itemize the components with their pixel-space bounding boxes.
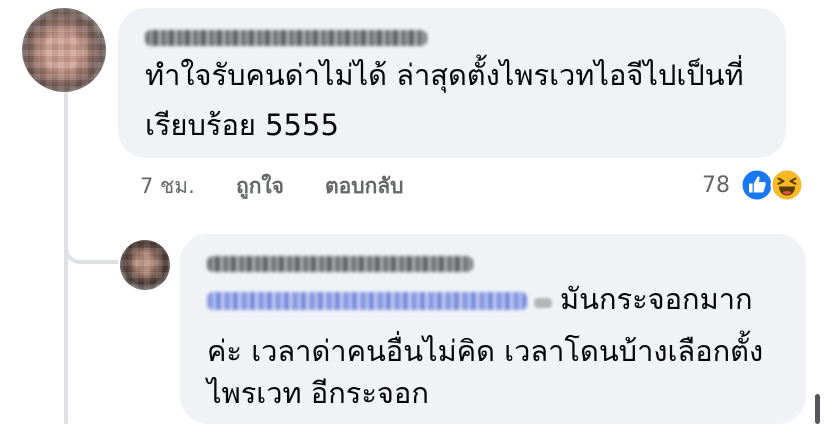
reply-connector [64, 232, 118, 264]
reaction-count[interactable]: 78 [690, 168, 730, 204]
comment-author-name[interactable] [145, 30, 427, 46]
reply-text-line-3: ไพรเวท อีกระจอก [207, 376, 429, 410]
reply-avatar[interactable] [120, 240, 170, 290]
reply-text-line-2: ค่ะ เวลาด่าคนอื่นไม่คิด เวลาโดนบ้างเลือก… [207, 334, 764, 368]
avatar[interactable] [22, 8, 106, 92]
like-icon[interactable] [740, 168, 774, 202]
haha-icon[interactable] [770, 168, 804, 202]
comment-text-line-2: เรียบร้อย 5555 [145, 108, 339, 142]
scrollbar[interactable] [815, 394, 820, 424]
reply-author-name[interactable] [207, 256, 473, 272]
reply-text-line-1: มันกระจอกมาก [560, 282, 753, 316]
comment-text-line-1: ทำใจรับคนด่าไม่ได้ ล่าสุดตั้งไพรเวทไอจีไ… [145, 58, 744, 92]
reply-button[interactable]: ตอบกลับ [325, 168, 404, 204]
reply-mention-dots [534, 298, 552, 308]
comment-time[interactable]: 7 ชม. [140, 168, 195, 204]
like-button[interactable]: ถูกใจ [236, 168, 284, 204]
reply-mention[interactable] [207, 292, 527, 310]
